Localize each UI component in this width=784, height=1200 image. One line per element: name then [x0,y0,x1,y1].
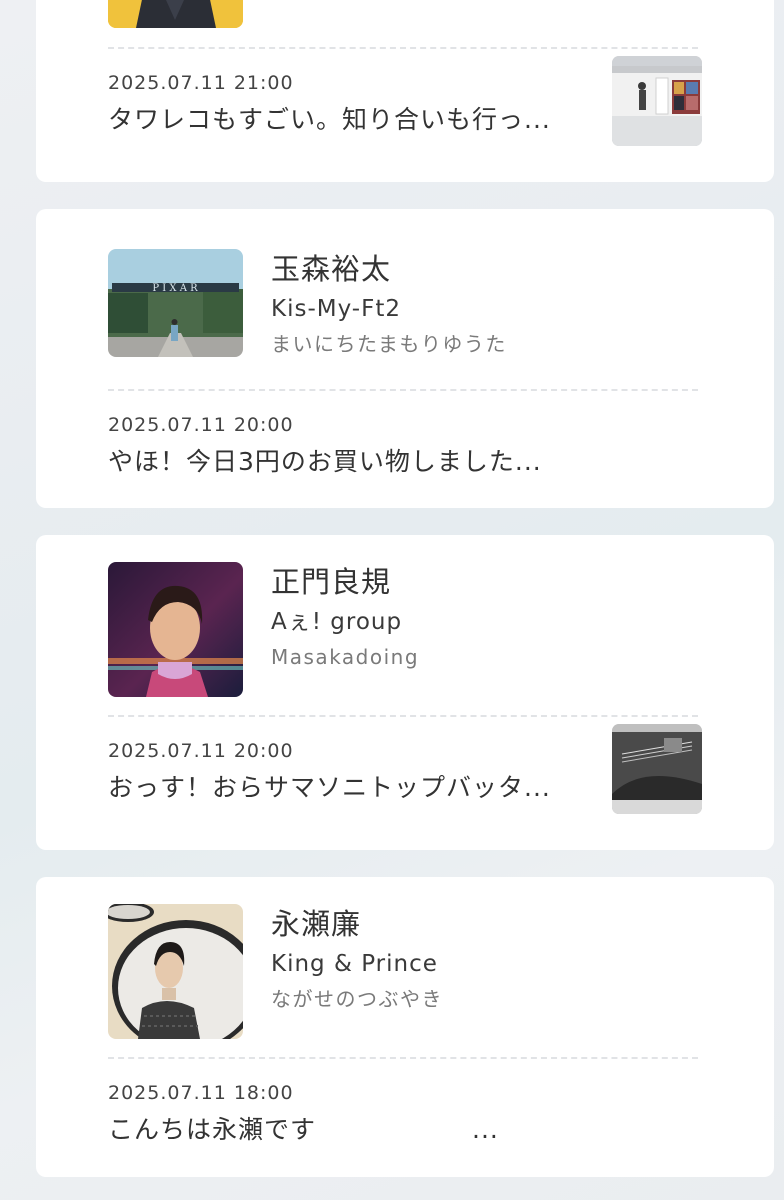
group-name: Kis-My-Ft2 [271,296,401,322]
post-thumbnail[interactable] [612,724,702,814]
latest-post[interactable]: 2025.07.11 20:00 おっす！おらサマソニトップバッタ... [108,724,702,828]
member-avatar[interactable] [108,562,243,697]
post-excerpt[interactable]: こんちは永瀬です ... [108,1112,578,1148]
post-excerpt[interactable]: やほ！今日3円のお買い物しました... [108,444,578,480]
post-excerpt[interactable]: おっす！おらサマソニトップバッタ... [108,770,578,806]
blog-card[interactable]: 永瀬廉 King & Prince ながせのつぶやき 2025.07.11 18… [36,877,774,1177]
post-date: 2025.07.11 21:00 [108,72,294,94]
member-name: 玉森裕太 [271,252,392,286]
member-header[interactable]: 永瀬廉 King & Prince ながせのつぶやき [108,904,668,1039]
blog-card[interactable]: 正門良規 Aぇ! group Masakadoing 2025.07.11 20… [36,535,774,850]
latest-post[interactable]: 2025.07.11 21:00 タワレコもすごい。知り合いも行っ... [108,56,702,160]
member-name: 永瀬廉 [271,907,362,941]
member-info: 玉森裕太 Kis-My-Ft2 まいにちたまもりゆうた [271,249,507,360]
group-name: King & Prince [271,951,438,977]
blog-title: まいにちたまもりゆうた [271,332,507,356]
post-date: 2025.07.11 20:00 [108,414,294,436]
latest-post[interactable]: 2025.07.11 20:00 やほ！今日3円のお買い物しました... [108,412,698,502]
post-excerpt[interactable]: タワレコもすごい。知り合いも行っ... [108,102,578,138]
blog-card[interactable]: 2025.07.11 21:00 タワレコもすごい。知り合いも行っ... [36,0,774,182]
post-date: 2025.07.11 20:00 [108,740,294,762]
post-date: 2025.07.11 18:00 [108,1082,294,1104]
member-name: 正門良規 [271,565,392,599]
pixar-sign-text: P I X A R [152,283,198,294]
member-header[interactable]: 正門良規 Aぇ! group Masakadoing [108,562,668,697]
member-info: 永瀬廉 King & Prince ながせのつぶやき [271,904,443,1015]
card-divider [108,715,698,717]
latest-post[interactable]: 2025.07.11 18:00 こんちは永瀬です ... [108,1080,698,1170]
member-avatar[interactable]: P I X A R [108,249,243,357]
card-divider [108,1057,698,1059]
blog-card[interactable]: P I X A R 玉森裕太 Kis-My-Ft2 まいにちたまもりゆうた 20… [36,209,774,508]
blog-title: Masakadoing [271,645,420,669]
group-name: Aぇ! group [271,609,403,635]
card-divider [108,389,698,391]
post-thumbnail[interactable] [612,56,702,146]
member-header[interactable]: P I X A R 玉森裕太 Kis-My-Ft2 まいにちたまもりゆうた [108,249,668,384]
card-divider [108,47,698,49]
member-info: 正門良規 Aぇ! group Masakadoing [271,562,419,673]
member-avatar[interactable] [108,904,243,1039]
member-avatar[interactable] [108,0,243,28]
blog-title: ながせのつぶやき [271,987,443,1011]
